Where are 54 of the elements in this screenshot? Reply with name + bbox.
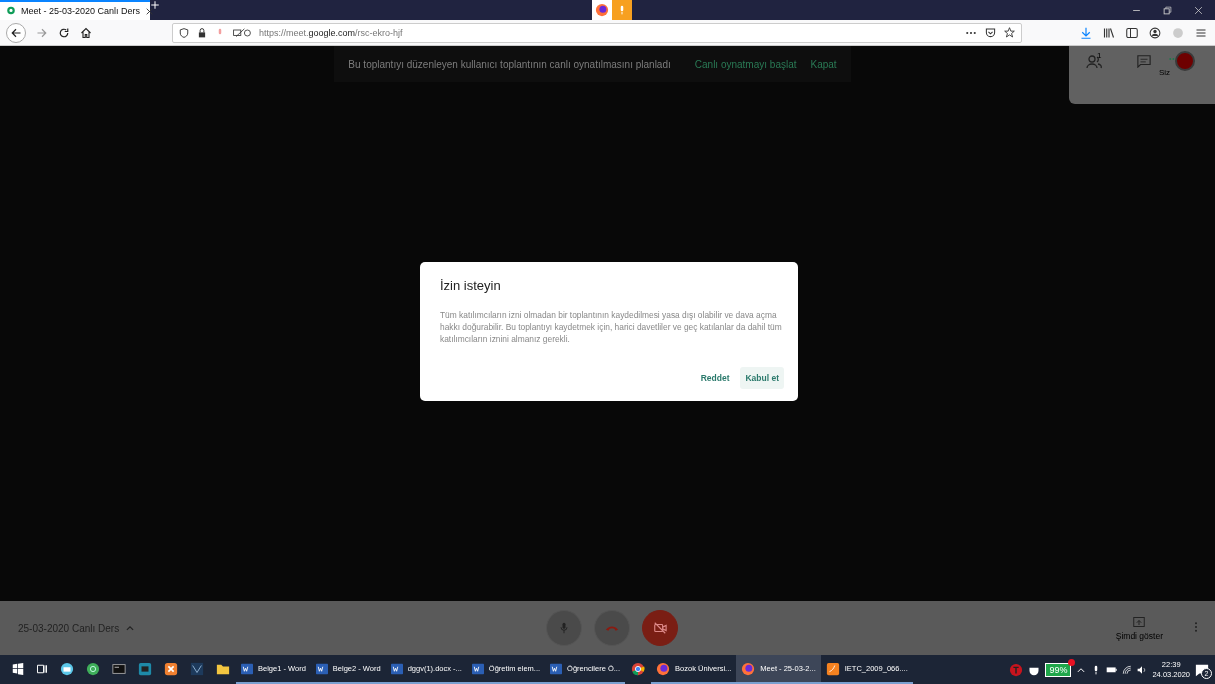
wifi-icon[interactable]	[1122, 664, 1133, 675]
pocket-icon[interactable]	[985, 27, 996, 38]
dialog-title: İzin isteyin	[440, 278, 502, 293]
battery-icon[interactable]	[1106, 664, 1118, 675]
shield-icon[interactable]	[179, 27, 189, 38]
camera-off-icon	[653, 621, 667, 635]
camera-off-button[interactable]	[642, 610, 678, 646]
terminal-icon[interactable]	[112, 661, 126, 676]
speaker-icon[interactable]	[1137, 664, 1148, 675]
participant-count: 1	[1097, 51, 1102, 60]
close-tab-icon[interactable]	[145, 6, 155, 16]
word-doc-icon[interactable]	[550, 662, 563, 675]
document-app-icon[interactable]	[825, 661, 840, 676]
chat-icon[interactable]	[1137, 54, 1151, 68]
accept-button[interactable]: Kabul et	[740, 367, 784, 389]
firefox-browser-icon[interactable]	[741, 661, 756, 676]
banner-text: Bu toplantıyı düzenleyen kullanıcı toplantının canlı oynatılmasını planladı	[348, 58, 671, 70]
firefox-icon[interactable]	[595, 3, 609, 17]
restore-icon[interactable]	[1163, 5, 1172, 15]
banner-link[interactable]: Canlı oynatmayı başlat	[694, 58, 797, 70]
word-doc-icon[interactable]	[315, 662, 328, 675]
url-text[interactable]: https://meet.google.com/rsc-ekro-hjf	[259, 27, 403, 38]
banner-link[interactable]: Kapat	[810, 58, 837, 70]
meet-logo-icon	[6, 6, 16, 16]
windows-logo-icon[interactable]	[12, 662, 24, 675]
home-icon[interactable]	[80, 26, 92, 39]
word-doc-icon[interactable]	[241, 662, 253, 675]
menu-icon[interactable]	[1195, 26, 1207, 39]
self-label: Siz	[1159, 68, 1171, 77]
dialog-message: Tüm katılımcıların izni olmadan bir toplantının kaydedilmesi yasa dışı olabilir ve dava açma hakkı doğurabilir. Bu toplantıyı kaydetmek için, harici davetliler ve geç katılanlar da dahil tüm katılımcıların iznini almanız gerekli.	[440, 309, 783, 345]
chevron-up-icon	[125, 623, 136, 633]
browser-tab[interactable]: Meet - 25-03-2020 Canlı Ders	[0, 0, 150, 20]
close-icon[interactable]	[1194, 5, 1203, 15]
new-tab-icon[interactable]	[150, 0, 160, 10]
address-bar[interactable]: https://meet.google.com/rsc-ekro-hjf	[172, 22, 1022, 43]
ide-app-icon[interactable]	[138, 661, 152, 676]
sidebar-icon[interactable]	[1126, 26, 1138, 39]
firefox-browser-icon[interactable]	[656, 661, 671, 676]
globe-app-icon[interactable]	[86, 661, 100, 676]
lock-icon[interactable]	[197, 27, 207, 38]
present-icon	[1133, 615, 1146, 628]
xampp-app-icon[interactable]	[164, 661, 178, 676]
people-icon[interactable]	[1086, 54, 1102, 70]
task-view-icon[interactable]	[36, 662, 48, 675]
library-icon[interactable]	[1103, 26, 1115, 39]
chrome-browser-icon[interactable]	[631, 661, 646, 676]
account-icon[interactable]	[1149, 26, 1161, 39]
download-icon[interactable]	[1080, 26, 1092, 39]
word-doc-icon[interactable]	[390, 662, 403, 675]
messenger-app-icon[interactable]	[60, 661, 74, 676]
star-bookmark-icon[interactable]	[1004, 27, 1015, 38]
word-doc-icon[interactable]	[471, 662, 484, 675]
reload-icon[interactable]	[58, 26, 70, 39]
reject-button[interactable]: Reddet	[695, 367, 735, 389]
